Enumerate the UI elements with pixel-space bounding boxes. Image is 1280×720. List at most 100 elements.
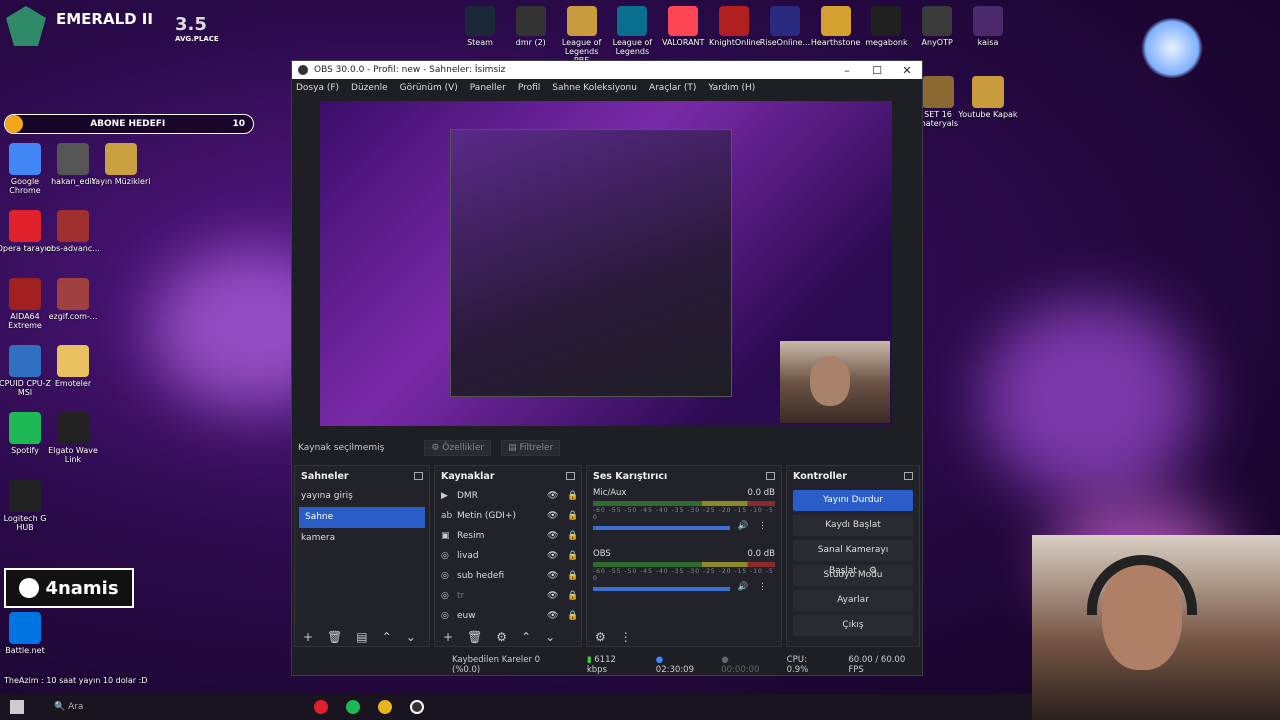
trash-icon[interactable]: 🗑 bbox=[327, 630, 342, 644]
desktop-shortcut[interactable]: obs-advanc... bbox=[42, 210, 104, 253]
gear-icon[interactable]: ⚙ bbox=[595, 630, 606, 644]
eye-icon[interactable]: 👁 bbox=[547, 531, 561, 541]
stream-preview[interactable] bbox=[320, 101, 892, 426]
desktop-shortcut[interactable]: KnightOnline bbox=[709, 6, 761, 47]
more-icon[interactable]: ⋮ bbox=[620, 630, 632, 644]
eye-icon[interactable]: 👁 bbox=[547, 491, 561, 501]
lock-icon[interactable]: 🔒 bbox=[567, 591, 581, 601]
control-button[interactable]: Ayarlar bbox=[793, 590, 913, 611]
volume-slider[interactable] bbox=[593, 587, 730, 591]
menu-item[interactable]: Paneller bbox=[470, 83, 506, 93]
source-item[interactable]: ▣ Resim 👁 🔒 bbox=[435, 526, 581, 546]
lock-icon[interactable]: 🔒 bbox=[567, 571, 581, 581]
desktop-shortcut[interactable]: Steam bbox=[455, 6, 505, 47]
chevron-down-icon[interactable]: ⌄ bbox=[406, 630, 416, 644]
eye-icon[interactable]: 👁 bbox=[547, 511, 561, 521]
desktop-shortcut[interactable]: kaisa bbox=[963, 6, 1013, 47]
undock-icon[interactable] bbox=[766, 472, 775, 480]
desktop-shortcut[interactable]: VALORANT bbox=[658, 6, 708, 47]
close-icon[interactable]: ✕ bbox=[892, 64, 922, 77]
filter-icon[interactable]: ▤ bbox=[356, 630, 367, 644]
desktop-shortcut[interactable]: ezgif.com-... bbox=[42, 278, 104, 321]
control-button[interactable]: Çıkış bbox=[793, 615, 913, 636]
trash-icon[interactable]: 🗑 bbox=[467, 630, 482, 644]
desktop-shortcut[interactable]: Elgato Wave Link bbox=[42, 412, 104, 464]
source-item[interactable]: ▶ DMR 👁 🔒 bbox=[435, 486, 581, 506]
obs-taskbar-icon[interactable] bbox=[410, 700, 424, 714]
chrome-taskbar-icon[interactable] bbox=[378, 700, 392, 714]
lock-icon[interactable]: 🔒 bbox=[567, 531, 581, 541]
desktop-shortcut[interactable]: Logitech G HUB bbox=[0, 480, 56, 532]
chevron-down-icon[interactable]: ⌄ bbox=[545, 630, 555, 644]
desktop-shortcut[interactable]: dmr (2) bbox=[506, 6, 556, 47]
source-item[interactable]: ◎ euw 👁 🔒 bbox=[435, 606, 581, 626]
desktop-shortcut[interactable]: Yayın Müzikleri bbox=[90, 143, 152, 186]
opera-taskbar-icon[interactable] bbox=[314, 700, 328, 714]
desktop-shortcut[interactable]: Hearthstone bbox=[811, 6, 861, 47]
scene-item[interactable]: Sahne bbox=[299, 507, 425, 528]
spotify-taskbar-icon[interactable] bbox=[346, 700, 360, 714]
menu-item[interactable]: Yardım (H) bbox=[708, 83, 755, 93]
undock-icon[interactable] bbox=[414, 472, 423, 480]
eye-icon[interactable]: 👁 bbox=[547, 551, 561, 561]
gear-icon[interactable]: ⚙ bbox=[496, 630, 507, 644]
obs-menubar: Dosya (F) Düzenle Görünüm (V) Paneller Profi… bbox=[292, 79, 922, 97]
source-item[interactable]: ◎ tr 👁 🔒 bbox=[435, 586, 581, 606]
eye-icon[interactable]: 👁 bbox=[547, 611, 561, 621]
undock-icon[interactable] bbox=[566, 472, 575, 480]
eye-icon[interactable]: 👁 bbox=[547, 571, 561, 581]
scene-item[interactable]: kamera bbox=[295, 528, 429, 549]
more-icon[interactable]: ⋮ bbox=[758, 582, 767, 592]
filters-button[interactable]: ▤ Filtreler bbox=[501, 440, 561, 456]
chevron-up-icon[interactable]: ⌃ bbox=[382, 630, 392, 644]
add-icon[interactable]: + bbox=[303, 630, 313, 644]
lock-icon[interactable]: 🔒 bbox=[567, 511, 581, 521]
menu-item[interactable]: Profil bbox=[518, 83, 540, 93]
menu-item[interactable]: Sahne Koleksiyonu bbox=[552, 83, 637, 93]
properties-button[interactable]: ⚙ Özellikler bbox=[424, 440, 492, 456]
source-item[interactable]: ab Metin (GDI+) 👁 🔒 bbox=[435, 506, 581, 526]
desktop-shortcut[interactable]: AnyOTP bbox=[912, 6, 962, 47]
speaker-icon[interactable]: 🔊 bbox=[738, 521, 749, 531]
control-button[interactable]: Kaydı Başlat bbox=[793, 515, 913, 536]
desktop-shortcut[interactable]: League of Legends PBE bbox=[557, 6, 607, 65]
speaker-icon[interactable]: 🔊 bbox=[738, 582, 749, 592]
app-icon bbox=[57, 412, 89, 444]
desktop-shortcut[interactable]: League of Legends bbox=[607, 6, 657, 56]
lock-icon[interactable]: 🔒 bbox=[567, 551, 581, 561]
start-icon[interactable] bbox=[10, 700, 24, 714]
menu-item[interactable]: Düzenle bbox=[351, 83, 388, 93]
undock-icon[interactable] bbox=[904, 472, 913, 480]
search-box[interactable]: 🔍 Ara bbox=[54, 702, 174, 712]
mixer-channel: Mic/Aux 0.0 dB -60 -55 -50 -45 -40 -35 -30… bbox=[587, 486, 781, 533]
maximize-icon[interactable]: ☐ bbox=[862, 64, 892, 77]
desktop-shortcut[interactable]: Emoteler bbox=[42, 345, 104, 388]
scene-item[interactable]: yayına giriş bbox=[295, 486, 429, 507]
source-item[interactable]: ◎ sub hedefi 👁 🔒 bbox=[435, 566, 581, 586]
control-label: Çıkış bbox=[842, 620, 864, 630]
menu-item[interactable]: Dosya (F) bbox=[296, 83, 339, 93]
menu-item[interactable]: Araçlar (T) bbox=[649, 83, 696, 93]
desktop-shortcut[interactable]: Battle.net bbox=[0, 612, 56, 655]
chevron-up-icon[interactable]: ⌃ bbox=[521, 630, 531, 644]
desktop-shortcut[interactable]: RiseOnline... bbox=[760, 6, 810, 47]
control-button[interactable]: Sanal Kamerayı Başlat⚙ bbox=[793, 540, 913, 576]
obs-titlebar[interactable]: OBS 30.0.0 - Profil: new - Sahneler: İsi… bbox=[292, 61, 922, 79]
volume-slider[interactable] bbox=[593, 526, 730, 530]
source-item[interactable]: ◎ livad 👁 🔒 bbox=[435, 546, 581, 566]
menu-item[interactable]: Görünüm (V) bbox=[400, 83, 458, 93]
control-button[interactable]: Stüdyo Modu bbox=[793, 565, 913, 586]
obs-window[interactable]: OBS 30.0.0 - Profil: new - Sahneler: İsi… bbox=[291, 60, 923, 676]
desktop-shortcut[interactable]: Youtube Kapak bbox=[957, 76, 1019, 119]
lock-icon[interactable]: 🔒 bbox=[567, 611, 581, 621]
lock-icon[interactable]: 🔒 bbox=[567, 491, 581, 501]
minimize-icon[interactable]: – bbox=[832, 64, 862, 77]
preview-webcam bbox=[780, 341, 890, 423]
app-icon bbox=[105, 143, 137, 175]
more-icon[interactable]: ⋮ bbox=[758, 521, 767, 531]
add-icon[interactable]: + bbox=[443, 630, 453, 644]
dropped-frames: Kaybedilen Kareler 0 (%0.0) bbox=[452, 655, 541, 675]
control-button[interactable]: Yayını Durdur bbox=[793, 490, 913, 511]
eye-icon[interactable]: 👁 bbox=[547, 591, 561, 601]
desktop-shortcut[interactable]: megabonk bbox=[861, 6, 911, 47]
